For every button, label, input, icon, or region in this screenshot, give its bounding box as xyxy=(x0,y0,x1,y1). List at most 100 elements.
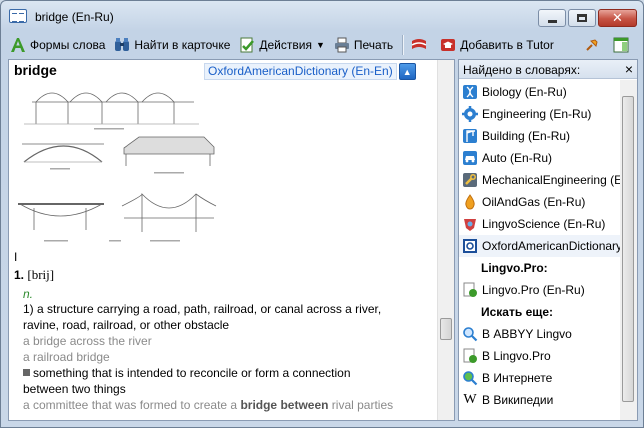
example-3-pre: a committee that was formed to create a xyxy=(23,398,241,412)
example-2: a railroad bridge xyxy=(23,350,110,364)
layout-button[interactable] xyxy=(609,34,636,56)
found-in-dictionaries-panel: Найдено в словарях: × Biology (En-Ru) En… xyxy=(458,59,638,421)
dict-item-label: Engineering (En-Ru) xyxy=(482,107,592,121)
minimize-button[interactable] xyxy=(538,9,566,27)
close-icon: ✕ xyxy=(612,10,623,25)
dict-item-label: LingvoScience (En-Ru) xyxy=(482,217,606,231)
find-in-card-button[interactable]: Найти в карточке xyxy=(110,34,233,56)
binoculars-icon xyxy=(113,36,131,54)
dict-item-lingvo-science[interactable]: LingvoScience (En-Ru) xyxy=(459,213,621,235)
square-bullet-icon xyxy=(23,369,30,376)
dict-item-biology[interactable]: Biology (En-Ru) xyxy=(459,81,621,103)
find-in-card-label: Найти в карточке xyxy=(134,37,231,52)
wrench-icon xyxy=(462,172,478,188)
dictionary-selector[interactable]: OxfordAmericanDictionary (En-En) ▲ xyxy=(204,63,416,80)
definition-line-1: 1) a structure carrying a road, path, ra… xyxy=(23,302,382,316)
panel-header: Найдено в словарях: × xyxy=(459,60,637,79)
magnifier-icon xyxy=(462,326,478,342)
search-abbyy-lingvo-link[interactable]: В ABBYY Lingvo xyxy=(459,323,621,345)
scroll-up-icon[interactable]: ▲ xyxy=(398,63,416,80)
example-3-post: rival parties xyxy=(328,398,394,412)
toolbar-separator xyxy=(402,34,404,55)
article-pane: bridge OxfordAmericanDictionary (En-En) … xyxy=(8,59,455,421)
gear-icon xyxy=(462,106,478,122)
maximize-icon xyxy=(577,14,587,22)
word-forms-label: Формы слова xyxy=(30,37,106,52)
maximize-button[interactable] xyxy=(568,9,596,27)
panel-title: Найдено в словарях: xyxy=(463,63,581,77)
definition-2-line-2: between two things xyxy=(23,382,126,396)
headword: bridge xyxy=(14,62,57,78)
panel-close-icon[interactable]: × xyxy=(625,61,633,77)
dict-item-auto[interactable]: Auto (En-Ru) xyxy=(459,147,621,169)
print-label: Печать xyxy=(353,37,394,52)
article-scrollbar[interactable] xyxy=(437,60,454,420)
tutor-button[interactable] xyxy=(407,34,434,56)
app-book-icon xyxy=(9,9,27,23)
sense-number: 1. xyxy=(14,268,25,282)
actions-menu-button[interactable]: Действия ▼ xyxy=(235,34,328,56)
toolbar: Формы слова Найти в карточке Действия ▼ … xyxy=(6,32,638,57)
add-to-tutor-button[interactable]: Добавить в Tutor xyxy=(436,34,557,56)
roman-numeral: I xyxy=(14,250,18,264)
pin-button[interactable] xyxy=(580,34,607,56)
panel-scroll-thumb[interactable] xyxy=(622,96,634,402)
chevron-down-icon: ▼ xyxy=(315,39,325,50)
lingvo-pro-icon xyxy=(462,282,478,298)
dictionary-list: Biology (En-Ru) Engineering (En-Ru) Buil… xyxy=(459,81,621,411)
science-icon xyxy=(462,216,478,232)
bridge-illustrations-image xyxy=(18,92,217,242)
search-wikipedia-link[interactable]: W В Википедии xyxy=(459,389,621,411)
oxford-icon xyxy=(462,238,478,254)
dict-item-engineering[interactable]: Engineering (En-Ru) xyxy=(459,103,621,125)
example-1: a bridge across the river xyxy=(23,334,152,348)
close-button[interactable]: ✕ xyxy=(598,9,637,27)
definition-line-2: ravine, road, railroad, or other obstacl… xyxy=(23,318,230,332)
title-bar[interactable]: bridge (En-Ru) ✕ xyxy=(1,1,643,31)
window-title: bridge (En-Ru) xyxy=(35,10,114,24)
letter-a-icon xyxy=(9,36,27,54)
crane-icon xyxy=(462,128,478,144)
lingvo-pro-label: Lingvo.Pro (En-Ru) xyxy=(482,283,585,297)
actions-icon xyxy=(238,36,256,54)
example-3-bold: bridge between xyxy=(240,398,329,412)
dict-item-label: OxfordAmericanDictionary (En-En) xyxy=(482,239,621,253)
globe-search-icon xyxy=(462,370,478,386)
dict-item-oxford-american[interactable]: OxfordAmericanDictionary (En-En) xyxy=(459,235,621,257)
lingvo-pro-group-header: Lingvo.Pro: xyxy=(481,261,548,275)
tutor-icon xyxy=(410,36,428,54)
word-forms-button[interactable]: Формы слова xyxy=(6,34,108,56)
dna-icon xyxy=(462,84,478,100)
window-layout-icon xyxy=(612,36,630,54)
wikipedia-icon: W xyxy=(463,392,477,407)
dictionary-name-link[interactable]: OxfordAmericanDictionary (En-En) xyxy=(204,63,397,80)
main-window: bridge (En-Ru) ✕ Формы слова Найти в кар… xyxy=(0,0,644,428)
print-button[interactable]: Печать xyxy=(330,34,396,56)
search-internet-link[interactable]: В Интернете xyxy=(459,367,621,389)
example-3: a committee that was formed to create a … xyxy=(23,398,393,412)
definition-2-text: something that is intended to reconcile … xyxy=(33,366,351,380)
transcription: [brij] xyxy=(27,267,55,282)
definition-2-line-1: something that is intended to reconcile … xyxy=(23,366,351,380)
actions-label: Действия xyxy=(259,37,312,52)
lingvo-pro-item[interactable]: Lingvo.Pro (En-Ru) xyxy=(459,279,621,301)
dict-item-label: Auto (En-Ru) xyxy=(482,151,553,165)
dict-item-oil-and-gas[interactable]: OilAndGas (En-Ru) xyxy=(459,191,621,213)
dict-item-label: Biology (En-Ru) xyxy=(482,85,567,99)
oil-drop-icon xyxy=(462,194,478,210)
search-link-label: В Википедии xyxy=(482,393,554,407)
car-icon xyxy=(462,150,478,166)
dict-item-mechanical-engineering[interactable]: MechanicalEngineering (En-Ru) xyxy=(459,169,621,191)
search-more-group-header: Искать еще: xyxy=(481,305,554,319)
panel-scrollbar[interactable] xyxy=(620,80,637,420)
sense-heading: 1. [brij] xyxy=(14,267,54,283)
dict-item-label: OilAndGas (En-Ru) xyxy=(482,195,586,209)
search-lingvo-pro-link[interactable]: В Lingvo.Pro xyxy=(459,345,621,367)
article-scroll-thumb[interactable] xyxy=(440,318,452,340)
search-link-label: В Lingvo.Pro xyxy=(482,349,551,363)
dict-item-building[interactable]: Building (En-Ru) xyxy=(459,125,621,147)
search-link-label: В Интернете xyxy=(482,371,553,385)
lingvo-pro-page-icon xyxy=(462,348,478,364)
graduation-cap-icon xyxy=(439,36,457,54)
printer-icon xyxy=(333,36,351,54)
